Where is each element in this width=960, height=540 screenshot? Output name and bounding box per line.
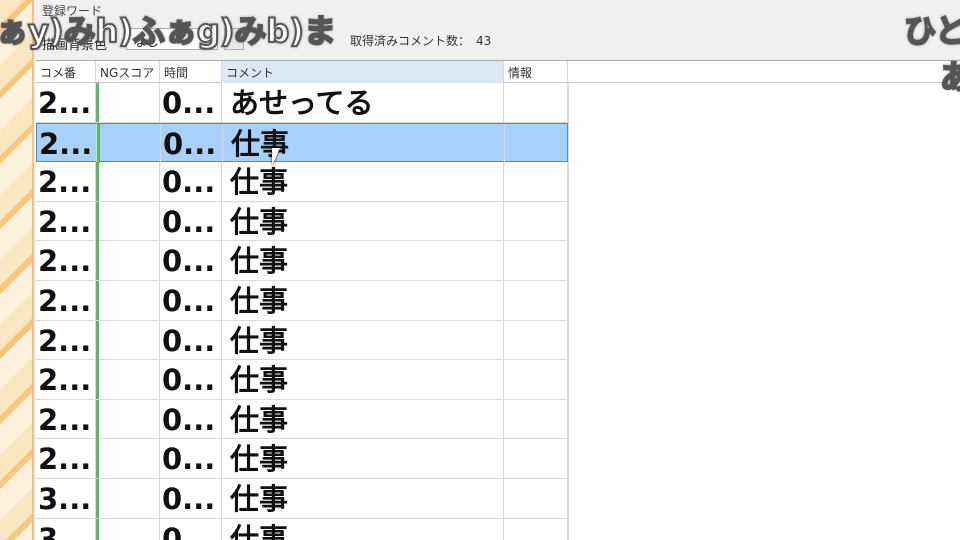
table-row[interactable]: 3... 0... 仕事 — [36, 479, 568, 519]
column-header-info[interactable]: 情報 — [504, 61, 568, 83]
cell-ng-score — [96, 518, 160, 540]
cell-info — [504, 162, 568, 202]
comment-count-value: 43 — [476, 34, 492, 48]
stream-overlay-comment: ぁy)みh)ふぁg)みb)ま — [0, 11, 337, 51]
cell-number: 2... — [36, 201, 96, 241]
comment-count: 取得済みコメント数： 43 — [350, 32, 497, 49]
table-row[interactable]: 2... 0... あせってる — [36, 83, 568, 123]
table-row[interactable]: 2... 0... 仕事 — [36, 360, 568, 400]
cell-comment: 仕事 — [222, 241, 504, 281]
cell-info — [504, 201, 568, 241]
cell-ng-score — [96, 479, 160, 518]
cell-comment: 仕事 — [222, 399, 504, 439]
cell-number: 3... — [36, 518, 96, 540]
mouse-cursor-icon — [272, 148, 280, 166]
cell-info — [504, 320, 568, 360]
cell-info — [504, 399, 568, 439]
cell-ng-score — [96, 439, 160, 479]
table-row[interactable]: 2... 0... 仕事 — [36, 162, 568, 202]
stream-overlay-comment-right-2: あ — [939, 57, 960, 97]
table-row[interactable]: 3... 0... 仕事 — [36, 518, 568, 540]
cell-ng-score — [96, 360, 160, 400]
cell-time: 0... — [160, 360, 222, 400]
cell-info — [504, 83, 568, 122]
cell-number: 3... — [36, 479, 96, 518]
stream-overlay-comment-right: ひと — [903, 11, 960, 51]
cell-comment: 仕事 — [222, 439, 504, 479]
cell-time: 0... — [160, 162, 222, 202]
cell-ng-score — [96, 399, 160, 439]
table-row[interactable]: 2... 0... 仕事 — [36, 399, 568, 440]
cell-ng-score — [96, 281, 160, 320]
cell-number: 2... — [36, 281, 96, 320]
cell-comment: 仕事 — [222, 320, 504, 360]
comment-viewer-window: 登録ワード 描画背景色 なし 取得済みコメント数： 43 コメ番 NGスコア 時間… — [34, 0, 960, 540]
column-header-comment[interactable]: コメント — [222, 61, 504, 83]
table-row[interactable]: 2... 0... 仕事 — [36, 320, 568, 361]
cell-ng-score — [96, 162, 160, 202]
cell-info — [504, 241, 568, 281]
cell-number: 2... — [36, 320, 96, 360]
cell-time: 0... — [160, 439, 222, 479]
cell-number: 2... — [36, 399, 96, 439]
cell-time: 0... — [161, 123, 223, 163]
table-row[interactable]: 2... 0... 仕事 — [36, 439, 568, 479]
cell-number: 2... — [36, 162, 96, 202]
cell-ng-score — [96, 241, 160, 281]
comment-count-label: 取得済みコメント数： — [350, 34, 471, 48]
cell-comment: 仕事 — [222, 281, 504, 320]
cell-time: 0... — [160, 518, 222, 540]
column-header-ng-score[interactable]: NGスコア — [96, 61, 160, 83]
cell-number: 2... — [37, 123, 97, 163]
cell-info — [504, 518, 568, 540]
table-row[interactable]: 2... 0... 仕事 — [36, 281, 568, 321]
cell-number: 2... — [36, 83, 96, 122]
comment-list[interactable]: コメ番 NGスコア 時間 コメント 情報 2... 0... あせってる 2... 0.… — [36, 60, 960, 540]
cell-comment: 仕事 — [222, 518, 504, 540]
cell-time: 0... — [160, 479, 222, 518]
column-header-number[interactable]: コメ番 — [36, 61, 96, 83]
cell-comment: あせってる — [222, 83, 504, 122]
cell-time: 0... — [160, 83, 222, 122]
cell-info — [505, 123, 569, 163]
cell-info — [504, 479, 568, 518]
cell-time: 0... — [160, 241, 222, 281]
cell-ng-score — [96, 201, 160, 241]
table-row[interactable]: 2... 0... 仕事 — [36, 201, 568, 242]
column-header-time[interactable]: 時間 — [160, 61, 222, 83]
cell-comment: 仕事 — [222, 162, 504, 202]
list-header: コメ番 NGスコア 時間 コメント 情報 — [36, 61, 960, 83]
cell-ng-score — [97, 123, 161, 163]
cell-comment: 仕事 — [222, 360, 504, 400]
cell-info — [504, 360, 568, 400]
cell-ng-score — [96, 83, 160, 122]
column-divider — [568, 83, 569, 540]
cell-comment: 仕事 — [222, 479, 504, 518]
cell-time: 0... — [160, 281, 222, 320]
table-row[interactable]: 2... 0... 仕事 — [36, 122, 569, 163]
cell-time: 0... — [160, 320, 222, 360]
cell-comment: 仕事 — [222, 201, 504, 241]
cell-info — [504, 439, 568, 479]
table-row[interactable]: 2... 0... 仕事 — [36, 241, 568, 281]
cell-info — [504, 281, 568, 320]
cell-number: 2... — [36, 241, 96, 281]
cell-number: 2... — [36, 439, 96, 479]
cell-time: 0... — [160, 399, 222, 439]
cell-ng-score — [96, 320, 160, 360]
cell-comment: 仕事 — [223, 123, 505, 163]
cell-number: 2... — [36, 360, 96, 400]
cell-time: 0... — [160, 201, 222, 241]
stream-background-decoration — [0, 0, 34, 540]
